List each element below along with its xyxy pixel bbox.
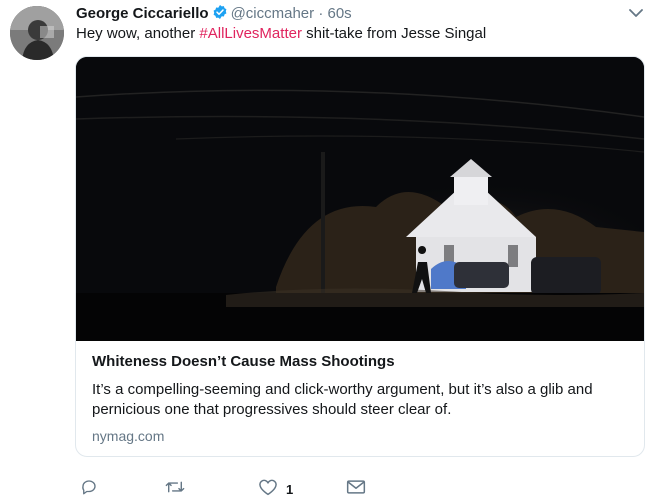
link-card[interactable]: Whiteness Doesn’t Cause Mass Shootings I…: [75, 56, 645, 457]
card-image: [76, 57, 644, 341]
card-domain: nymag.com: [92, 428, 165, 444]
avatar-photo: [10, 6, 64, 60]
author-name[interactable]: George Ciccariello: [76, 5, 209, 22]
card-description: It’s a compelling-seeming and click-wort…: [92, 381, 593, 418]
tweet-text-after: shit-take from Jesse Singal: [301, 25, 487, 42]
mail-icon: [346, 479, 366, 500]
retweet-button[interactable]: [164, 478, 186, 500]
chevron-down-icon[interactable]: [628, 6, 644, 24]
verified-badge-icon: [212, 4, 228, 25]
tweet-text: Hey wow, another #AllLivesMatter shit-ta…: [76, 24, 486, 44]
hashtag-link[interactable]: #AllLivesMatter: [199, 25, 302, 42]
author-handle[interactable]: @ciccmaher: [231, 5, 315, 22]
card-title: Whiteness Doesn’t Cause Mass Shootings: [92, 353, 395, 370]
heart-icon: [258, 478, 278, 501]
reply-button[interactable]: [80, 478, 98, 500]
tweet-actions: 1: [76, 478, 636, 502]
reply-icon: [80, 478, 98, 501]
like-count: 1: [286, 481, 294, 497]
card-body: Whiteness Doesn’t Cause Mass Shootings I…: [92, 353, 628, 445]
separator-dot: ·: [318, 5, 324, 22]
tweet-timestamp[interactable]: 60s: [327, 5, 351, 22]
avatar[interactable]: [10, 6, 64, 60]
direct-message-button[interactable]: [346, 478, 366, 500]
like-button[interactable]: 1: [258, 478, 293, 500]
tweet-header: George Ciccariello @ciccmaher · 60s: [76, 4, 352, 25]
retweet-icon: [164, 478, 186, 501]
tweet-text-before: Hey wow, another: [76, 25, 200, 42]
